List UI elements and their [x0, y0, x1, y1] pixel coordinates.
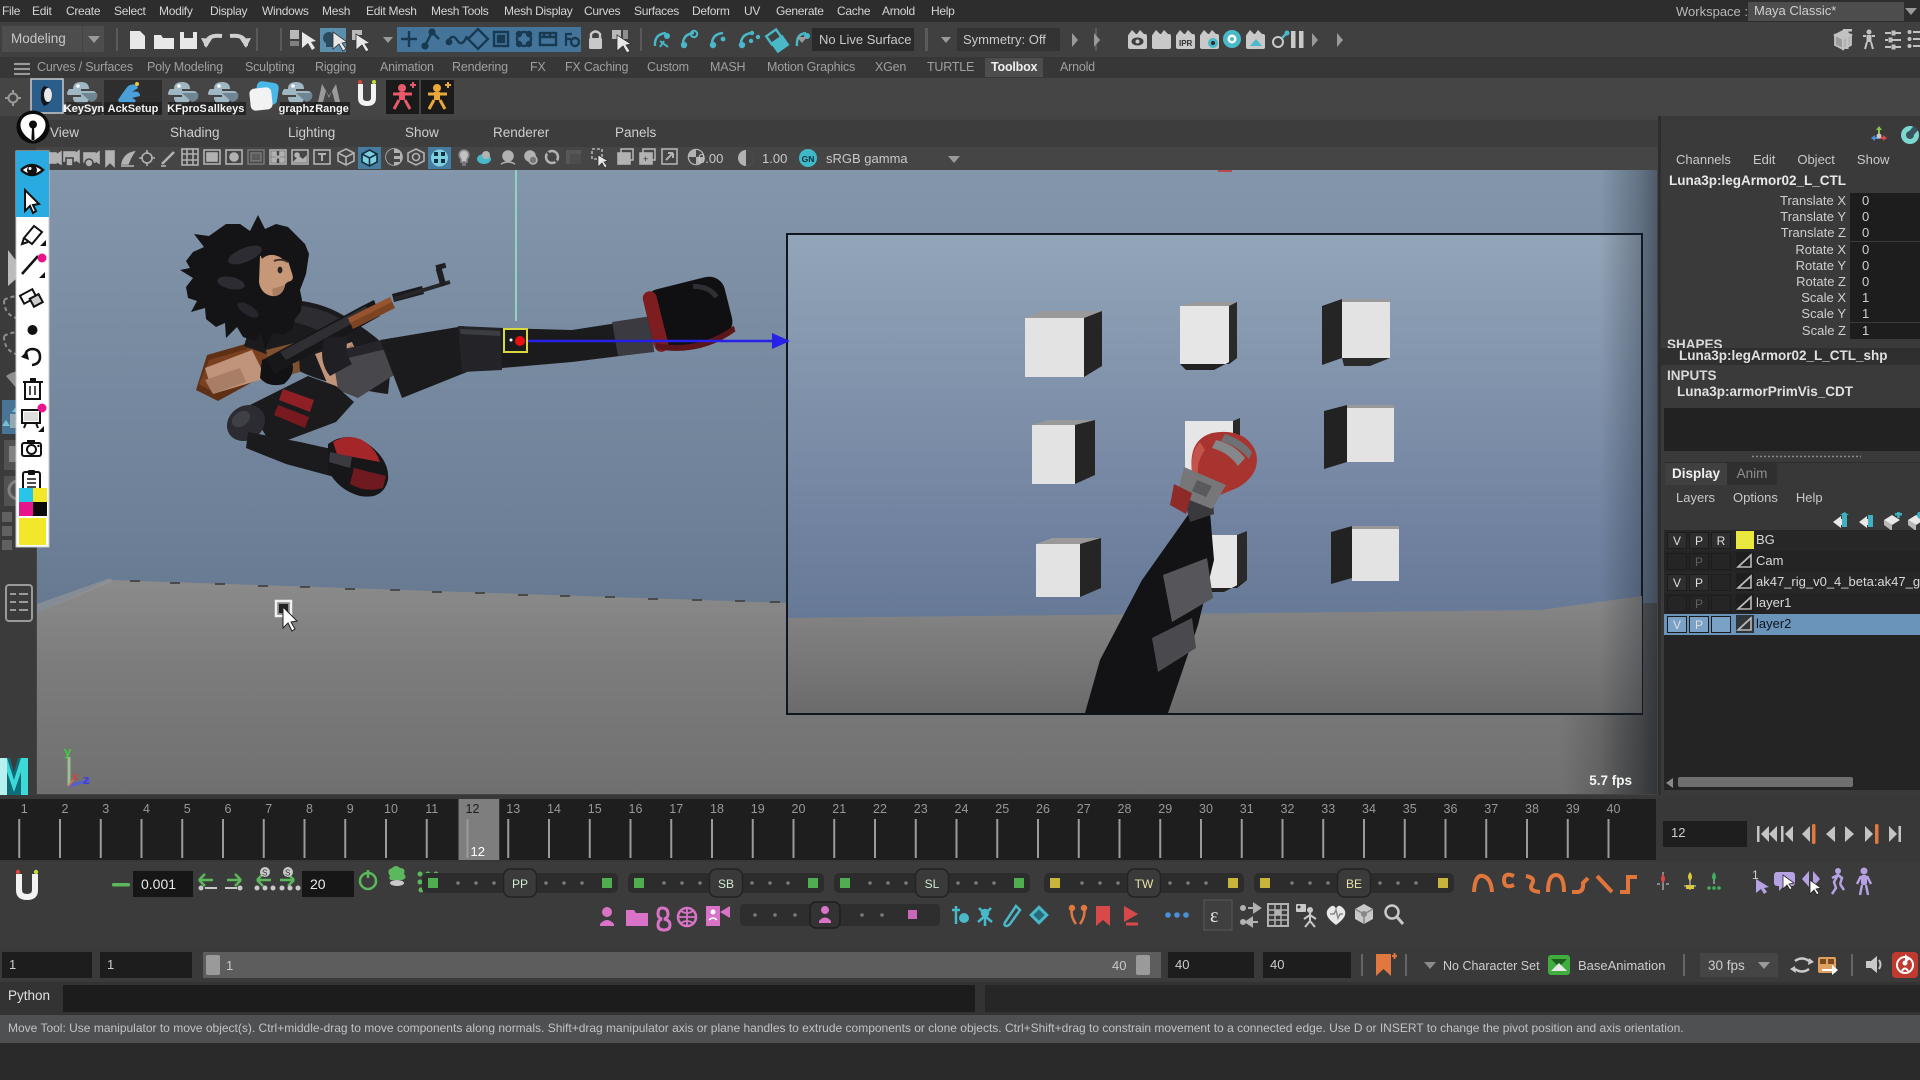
svg-text:x: x — [72, 771, 79, 783]
svg-text:No Live Surface: No Live Surface — [819, 32, 912, 47]
svg-text:S: S — [262, 869, 267, 878]
svg-text:12: 12 — [471, 844, 485, 859]
svg-text:40: 40 — [1607, 802, 1621, 816]
svg-text:8: 8 — [306, 802, 313, 816]
svg-text:KeySyn: KeySyn — [64, 103, 105, 115]
svg-text:39: 39 — [1566, 802, 1580, 816]
svg-text:GN: GN — [802, 154, 815, 164]
svg-text:26: 26 — [1036, 802, 1050, 816]
svg-text:23: 23 — [914, 802, 928, 816]
svg-text:25: 25 — [995, 802, 1009, 816]
svg-text:5: 5 — [184, 802, 191, 816]
svg-text:20: 20 — [792, 802, 806, 816]
svg-text:1.00: 1.00 — [762, 151, 787, 166]
svg-text:S: S — [285, 869, 290, 878]
svg-text:12: 12 — [466, 802, 480, 816]
svg-text:15: 15 — [588, 802, 602, 816]
svg-text:32: 32 — [1281, 802, 1295, 816]
svg-text:BE: BE — [1346, 877, 1362, 891]
svg-text:10: 10 — [384, 802, 398, 816]
svg-text:ε: ε — [1210, 905, 1218, 927]
svg-text:27: 27 — [1077, 802, 1091, 816]
svg-text:5.7 fps: 5.7 fps — [1589, 773, 1632, 788]
svg-text:IPR: IPR — [1179, 39, 1193, 48]
svg-text:35: 35 — [1403, 802, 1417, 816]
svg-text:sRGB gamma: sRGB gamma — [826, 151, 908, 166]
svg-text:7: 7 — [265, 802, 272, 816]
svg-text:4: 4 — [143, 802, 150, 816]
svg-text:PP: PP — [512, 877, 528, 891]
svg-text:2: 2 — [62, 802, 69, 816]
svg-text:38: 38 — [1525, 802, 1539, 816]
svg-text:19: 19 — [751, 802, 765, 816]
svg-text:Range: Range — [315, 103, 349, 115]
svg-text:29: 29 — [1158, 802, 1172, 816]
svg-text:18: 18 — [710, 802, 724, 816]
svg-text:SB: SB — [718, 877, 734, 891]
svg-text:allkeys: allkeys — [208, 103, 245, 115]
svg-text:40: 40 — [1112, 958, 1126, 973]
svg-text:24: 24 — [955, 802, 969, 816]
svg-text:20: 20 — [310, 876, 326, 892]
svg-text:AckSetup: AckSetup — [108, 103, 159, 115]
svg-text:+: + — [643, 154, 648, 164]
svg-text:No Character Set: No Character Set — [1443, 959, 1540, 973]
svg-text:30: 30 — [1199, 802, 1213, 816]
svg-text:1: 1 — [226, 958, 233, 973]
svg-text:KFproS: KFproS — [167, 103, 207, 115]
svg-text:1: 1 — [1752, 868, 1759, 882]
svg-text:28: 28 — [1118, 802, 1132, 816]
svg-text:0.00: 0.00 — [698, 151, 723, 166]
svg-text:36: 36 — [1444, 802, 1458, 816]
svg-text:y: y — [64, 744, 72, 759]
svg-text:3: 3 — [102, 802, 109, 816]
svg-text:34: 34 — [1362, 802, 1376, 816]
svg-text:13: 13 — [506, 802, 520, 816]
svg-text:16: 16 — [629, 802, 643, 816]
svg-text:14: 14 — [547, 802, 561, 816]
svg-text:z: z — [83, 772, 90, 787]
svg-text:33: 33 — [1321, 802, 1335, 816]
svg-text:21: 21 — [832, 802, 846, 816]
svg-text:11: 11 — [425, 802, 438, 816]
svg-text:17: 17 — [669, 802, 683, 816]
svg-text:TW: TW — [1135, 877, 1154, 891]
svg-text:Symmetry: Off: Symmetry: Off — [963, 32, 1046, 47]
svg-text:BaseAnimation: BaseAnimation — [1578, 958, 1665, 973]
svg-text:31: 31 — [1240, 802, 1254, 816]
svg-text:SL: SL — [925, 877, 940, 891]
svg-text:6: 6 — [225, 802, 232, 816]
svg-text:30 fps: 30 fps — [1708, 958, 1745, 973]
svg-text:0.001: 0.001 — [141, 876, 176, 892]
svg-text:9: 9 — [347, 802, 354, 816]
svg-text:22: 22 — [873, 802, 887, 816]
svg-text:37: 37 — [1484, 802, 1498, 816]
svg-text:1: 1 — [21, 802, 28, 816]
